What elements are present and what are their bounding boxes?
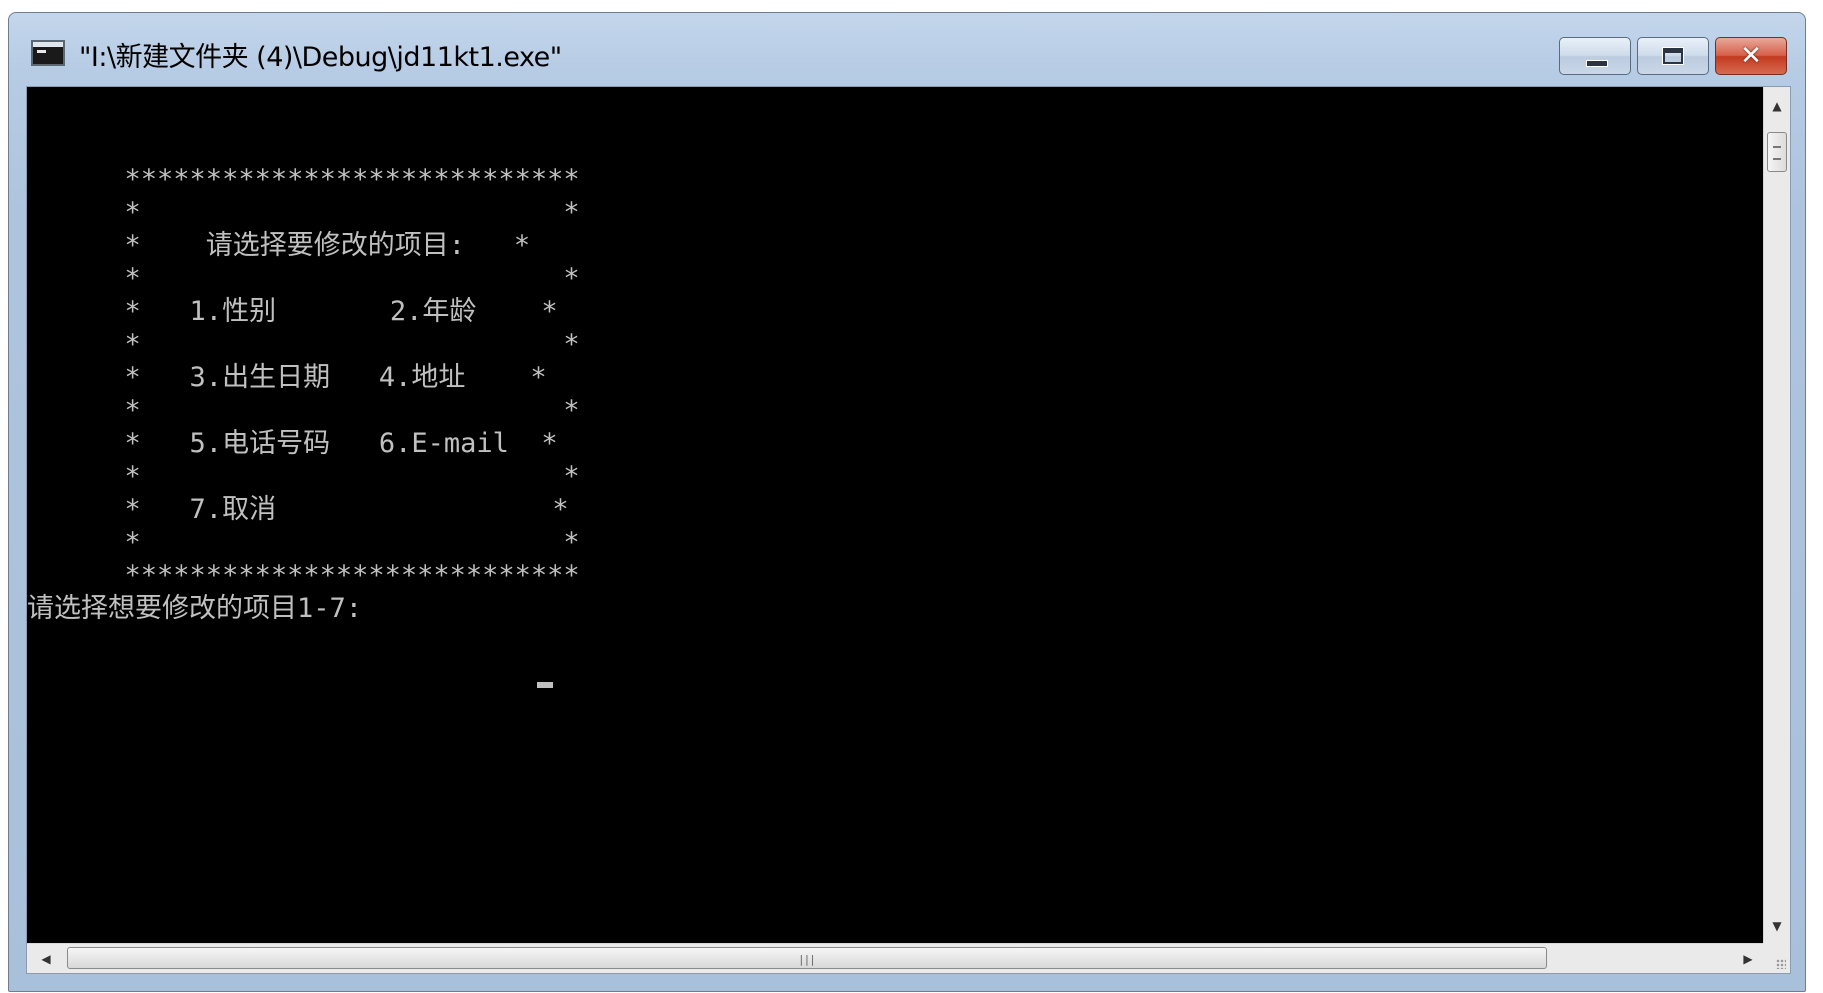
- horizontal-scroll-thumb[interactable]: |||: [67, 947, 1547, 969]
- scroll-left-icon[interactable]: ◀: [31, 944, 61, 974]
- console-client-area: **************************** * * * 请选择要修…: [26, 86, 1791, 974]
- console-line: * *: [27, 263, 580, 294]
- vertical-scroll-thumb[interactable]: [1767, 132, 1787, 172]
- console-line: * *: [27, 197, 580, 228]
- vertical-scrollbar[interactable]: ▲ ▼: [1763, 87, 1790, 945]
- window-title: "I:\新建文件夹 (4)\Debug\jd11kt1.exe": [79, 42, 562, 73]
- grip-icon: |||: [798, 953, 816, 966]
- console-line: * 请选择要修改的项目: *: [27, 230, 531, 261]
- console-output[interactable]: **************************** * * * 请选择要修…: [27, 87, 1765, 945]
- maximize-icon: [1662, 47, 1684, 65]
- console-line: * *: [27, 527, 580, 558]
- close-button[interactable]: ✕: [1715, 37, 1787, 75]
- console-line: ****************************: [27, 164, 580, 195]
- scroll-down-icon[interactable]: ▼: [1764, 911, 1790, 941]
- resize-grip-icon[interactable]: [1763, 943, 1790, 973]
- scroll-right-icon[interactable]: ▶: [1733, 944, 1763, 974]
- console-line: * 3.出生日期 4.地址 *: [27, 362, 547, 393]
- text-cursor: [537, 682, 553, 688]
- console-line: * *: [27, 329, 580, 360]
- input-prompt: 请选择想要修改的项目1-7:: [27, 593, 379, 624]
- scroll-up-icon[interactable]: ▲: [1764, 91, 1790, 121]
- console-line: * 1.性别 2.年龄 *: [27, 296, 558, 327]
- minimize-button[interactable]: [1559, 37, 1631, 75]
- console-line: * *: [27, 461, 580, 492]
- console-line: * 7.取消 *: [27, 494, 569, 525]
- horizontal-scrollbar[interactable]: ◀ ||| ▶: [27, 943, 1765, 973]
- console-line: ****************************: [27, 560, 580, 591]
- console-app-icon[interactable]: [31, 40, 65, 66]
- close-icon: ✕: [1740, 41, 1762, 71]
- maximize-button[interactable]: [1637, 37, 1709, 75]
- console-window: "I:\新建文件夹 (4)\Debug\jd11kt1.exe" ✕ *****…: [8, 12, 1806, 992]
- minimize-icon: [1586, 60, 1608, 67]
- caption-buttons: ✕: [1559, 37, 1787, 75]
- console-line: * 5.电话号码 6.E-mail *: [27, 428, 558, 459]
- title-bar[interactable]: "I:\新建文件夹 (4)\Debug\jd11kt1.exe" ✕: [9, 13, 1805, 85]
- console-line: * *: [27, 395, 580, 426]
